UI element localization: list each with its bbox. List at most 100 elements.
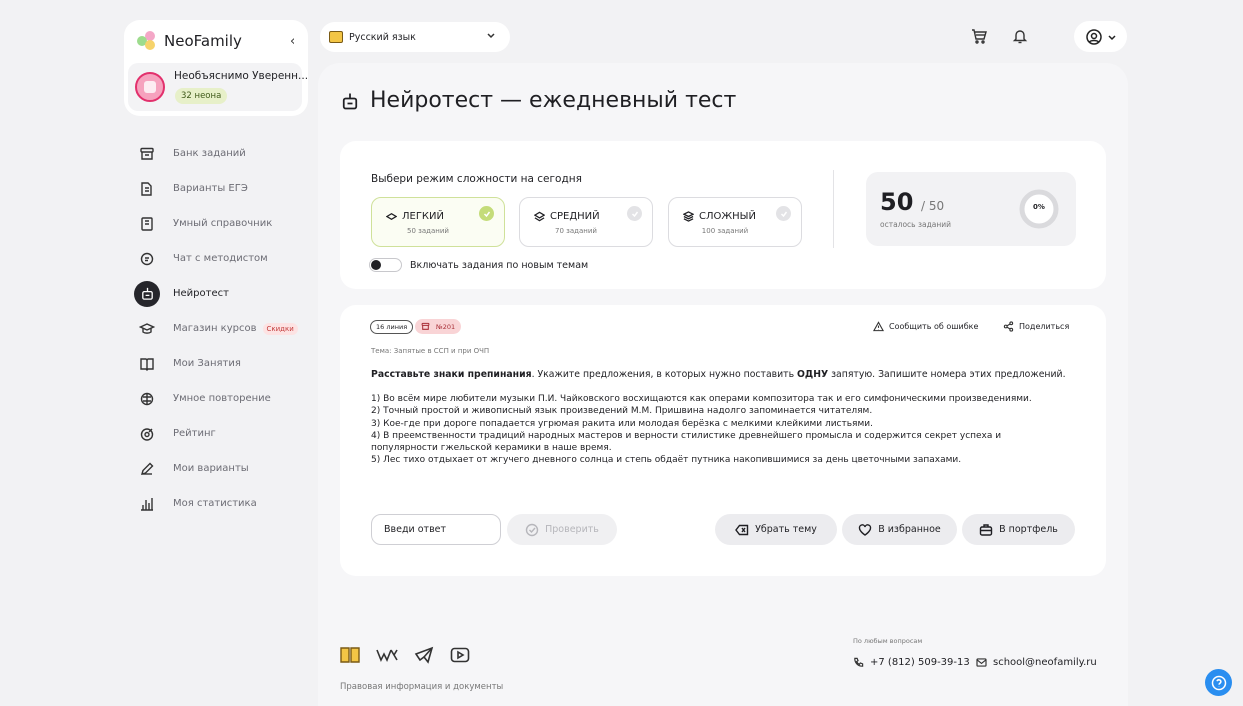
- sale-badge: Скидки: [262, 322, 298, 335]
- share-link[interactable]: Поделиться: [1003, 321, 1069, 332]
- subject-book-icon: [329, 31, 343, 43]
- sidebar-item-label: Банк заданий: [173, 148, 246, 159]
- sidebar-item-smart-reference[interactable]: Умный справочник: [132, 206, 312, 241]
- progress-percent: 0%: [1033, 203, 1045, 211]
- vk-icon[interactable]: [376, 648, 398, 662]
- any-questions-label: По любым вопросам: [853, 637, 923, 645]
- portfolio-button[interactable]: В портфель: [962, 514, 1075, 545]
- page-title-text: Нейротест — ежедневный тест: [370, 88, 737, 113]
- mode-medium[interactable]: СРЕДНИЙ 70 заданий: [519, 197, 653, 247]
- mode-sub: 50 заданий: [407, 227, 449, 235]
- remaining-total: / 50: [921, 199, 945, 213]
- sidebar-item-label: Чат с методистом: [173, 253, 268, 264]
- email-address: school@neofamily.ru: [993, 657, 1097, 668]
- sidebar-item-my-stats[interactable]: Моя статистика: [132, 486, 312, 521]
- cart-icon[interactable]: [970, 27, 988, 45]
- briefcase-icon: [979, 524, 993, 536]
- sidebar-item-neurotest[interactable]: Нейротест: [132, 276, 312, 311]
- sidebar-nav: Банк заданий Варианты ЕГЭ Умный справочн…: [132, 136, 312, 521]
- phone-icon: [854, 657, 864, 667]
- chat-icon: [135, 247, 159, 271]
- user-circle-icon: [1085, 28, 1102, 45]
- sidebar-item-chat[interactable]: Чат с методистом: [132, 241, 312, 276]
- bell-icon[interactable]: [1011, 27, 1029, 45]
- sidebar-item-course-shop[interactable]: Магазин курсов Скидки: [132, 311, 312, 346]
- email-link[interactable]: school@neofamily.ru: [976, 657, 1097, 668]
- remaining-count: 50: [880, 188, 914, 216]
- mail-icon: [976, 658, 987, 667]
- brain-icon: [135, 387, 159, 411]
- instruction-bold: ОДНУ: [797, 369, 829, 380]
- toggle-switch[interactable]: [369, 258, 402, 272]
- mode-easy[interactable]: ЛЕГКИЙ 50 заданий: [371, 197, 505, 247]
- sidebar-item-label: Магазин курсов: [173, 323, 257, 334]
- check-label: Проверить: [545, 524, 599, 535]
- avatar: [135, 72, 165, 102]
- sidebar-item-label: Мои Занятия: [173, 358, 241, 369]
- sidebar-item-smart-repeat[interactable]: Умное повторение: [132, 381, 312, 416]
- remove-topic-button[interactable]: Убрать тему: [715, 514, 837, 545]
- sidebar-item-my-variants[interactable]: Мои варианты: [132, 451, 312, 486]
- telegram-icon[interactable]: [414, 646, 434, 664]
- instruction-text: запятую. Запишите номера этих предложени…: [828, 369, 1066, 380]
- sidebar-item-ege-variants[interactable]: Варианты ЕГЭ: [132, 171, 312, 206]
- sidebar-item-label: Рейтинг: [173, 428, 216, 439]
- collapse-sidebar-icon[interactable]: ‹: [290, 34, 295, 49]
- instruction-bold: Расставьте знаки препинания: [371, 369, 532, 380]
- layer-icon: [386, 213, 397, 220]
- report-error-link[interactable]: Сообщить об ошибке: [873, 321, 978, 332]
- book-logo-icon[interactable]: [340, 646, 360, 664]
- check-icon: [627, 206, 642, 221]
- sidebar-item-label: Умный справочник: [173, 218, 273, 229]
- legal-link[interactable]: Правовая информация и документы: [340, 682, 503, 692]
- profile-card[interactable]: Необъяснимо Уверенн... 32 неона: [128, 63, 308, 111]
- favorite-button[interactable]: В избранное: [842, 514, 957, 545]
- remove-topic-label: Убрать тему: [755, 524, 817, 535]
- portfolio-label: В портфель: [999, 524, 1058, 535]
- user-menu[interactable]: [1074, 21, 1127, 52]
- mode-label: СЛОЖНЫЙ: [699, 211, 756, 222]
- backspace-icon: [735, 524, 749, 535]
- favorite-label: В избранное: [878, 524, 941, 535]
- sentence: 4) В преемственности традиций народных м…: [371, 430, 1002, 454]
- mode-label: СРЕДНИЙ: [550, 211, 600, 222]
- check-button[interactable]: Проверить: [507, 514, 617, 545]
- heart-icon: [859, 523, 872, 536]
- task-number-tag[interactable]: №201: [415, 319, 462, 334]
- subject-selector[interactable]: Русский язык: [320, 22, 510, 52]
- phone-number: +7 (812) 509-39-13: [870, 657, 970, 668]
- youtube-icon[interactable]: [450, 647, 470, 663]
- sidebar-item-task-bank[interactable]: Банк заданий: [132, 136, 312, 171]
- new-topics-toggle[interactable]: Включать задания по новым темам: [369, 258, 588, 272]
- answer-input[interactable]: [371, 514, 501, 545]
- share-label: Поделиться: [1019, 322, 1070, 331]
- divider: [833, 170, 834, 248]
- sidebar-item-my-lessons[interactable]: Мои Занятия: [132, 346, 312, 381]
- logo[interactable]: NeoFamily: [136, 30, 242, 52]
- robot-icon: [342, 93, 358, 109]
- help-button[interactable]: [1205, 669, 1232, 696]
- robot-icon: [134, 280, 160, 307]
- graduation-cap-icon: [135, 317, 159, 341]
- sidebar-item-rating[interactable]: Рейтинг: [132, 416, 312, 451]
- reference-book-icon: [135, 212, 159, 236]
- sidebar-item-label: Варианты ЕГЭ: [173, 183, 248, 194]
- sidebar-item-label: Нейротест: [173, 288, 229, 299]
- task-topic: Тема: Запятые в ССП и при ОЧП: [371, 347, 490, 355]
- pencil-icon: [135, 457, 159, 481]
- target-icon: [135, 422, 159, 446]
- task-sentences: 1) Во всём мире любители музыки П.И. Чай…: [371, 393, 1051, 467]
- open-book-icon: [135, 352, 159, 376]
- task-instruction: Расставьте знаки препинания. Укажите пре…: [371, 369, 1086, 380]
- sentence: 5) Лес тихо отдыхает от жгучего дневного…: [371, 455, 962, 466]
- phone-link[interactable]: +7 (812) 509-39-13: [853, 657, 970, 668]
- check-circle-icon: [525, 523, 539, 536]
- sentence: 1) Во всём мире любители музыки П.И. Чай…: [371, 394, 1032, 404]
- bar-chart-icon: [135, 492, 159, 516]
- report-label: Сообщить об ошибке: [889, 322, 979, 331]
- toggle-label: Включать задания по новым темам: [410, 259, 589, 271]
- footer-social: [340, 646, 470, 664]
- mode-hard[interactable]: СЛОЖНЫЙ 100 заданий: [668, 197, 802, 247]
- sidebar-item-label: Мои варианты: [173, 463, 249, 474]
- neon-badge: 32 неона: [175, 88, 228, 104]
